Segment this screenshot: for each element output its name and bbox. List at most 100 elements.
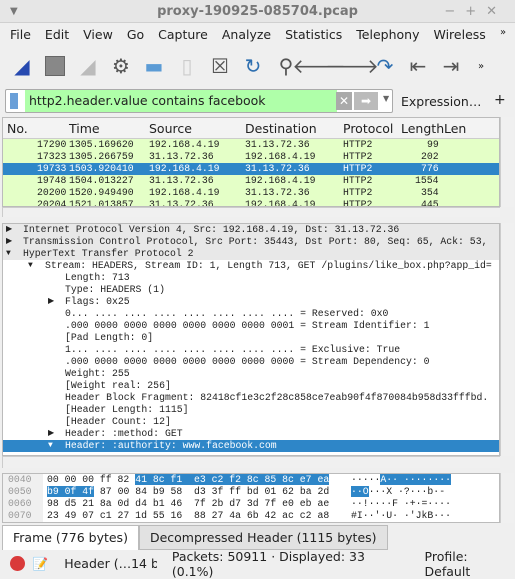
close-file-icon[interactable]: ☒ (206, 52, 234, 80)
tree-item[interactable]: [Header Count: 12] (3, 416, 499, 428)
bookmark-icon[interactable] (10, 93, 18, 109)
tab-frame[interactable]: Frame (776 bytes) (2, 525, 139, 550)
collapse-arrow-icon[interactable]: ▼ (28, 260, 33, 272)
tree-item[interactable]: .000 0000 0000 0000 0000 0000 0000 0001 … (3, 320, 499, 332)
status-profile[interactable]: Profile: Default (425, 549, 515, 579)
packet-row[interactable]: 20200 1520.949490 192.168.4.19 31.13.72.36 H… (3, 187, 499, 199)
add-filter-button[interactable]: + (494, 92, 506, 108)
menu-view[interactable]: View (83, 27, 113, 42)
column-header-time[interactable]: Time (69, 121, 100, 136)
packet-list-scrollbar[interactable] (500, 117, 514, 207)
expand-arrow-icon[interactable]: ▶ (6, 236, 12, 248)
clear-filter-icon[interactable]: ✕ (336, 92, 352, 110)
hex-bytes[interactable]: b9 0f 4f 87 00 84 b9 58 d3 3f ff bd 01 6… (47, 486, 329, 498)
column-header-no[interactable]: No. (7, 121, 28, 136)
packet-row[interactable]: 17290 1305.169620 192.168.4.19 31.13.72.36 H… (3, 139, 499, 151)
packet-row[interactable]: 19733 1503.920410 192.168.4.19 31.13.72.36 H… (3, 163, 499, 175)
menu-telephony[interactable]: Telephony (356, 27, 419, 42)
hex-bytes[interactable]: 23 49 07 c1 27 1d 55 16 88 27 4a 6b 42 a… (47, 510, 329, 522)
tree-item[interactable]: [Pad Length: 0] (3, 332, 499, 344)
reload-file-icon[interactable]: ↻ (239, 52, 267, 80)
edit-comment-icon[interactable]: 📝 (33, 556, 49, 572)
column-header-source[interactable]: Source (149, 121, 192, 136)
collapse-arrow-icon[interactable]: ▼ (6, 248, 11, 260)
start-capture-icon[interactable]: ◢ (8, 52, 36, 80)
details-hscrollbar[interactable] (2, 456, 500, 468)
bytes-tabs: Frame (776 bytes) Decompressed Header (1… (2, 525, 388, 550)
menu-wireless[interactable]: Wireless (433, 27, 485, 42)
tree-item[interactable]: ▶ Transmission Control Protocol, Src Port… (3, 236, 499, 248)
menu-analyze[interactable]: Analyze (222, 27, 271, 42)
menu-overflow-icon[interactable]: » (500, 27, 506, 38)
open-file-icon[interactable]: ▬ (140, 52, 168, 80)
go-to-packet-icon[interactable]: ↷ (371, 52, 399, 80)
tab-decompressed-header[interactable]: Decompressed Header (1115 bytes) (138, 525, 388, 550)
packet-row[interactable]: 20204 1521.013857 31.13.72.36 192.168.4.19 H… (3, 199, 499, 206)
collapse-arrow-icon[interactable]: ▼ (48, 440, 53, 452)
filter-history-dropdown[interactable]: ▼ (383, 94, 389, 103)
ascii-bytes[interactable]: ··!····F ·+·=···· (351, 498, 451, 510)
save-file-icon[interactable]: ▯ (173, 52, 201, 80)
column-header-len[interactable]: Len (444, 121, 466, 136)
tree-item[interactable]: Header Block Fragment: 82418cf1e3c2f28c8… (3, 392, 499, 404)
expression-button[interactable]: Expression… (401, 94, 481, 109)
expand-arrow-icon[interactable]: ▶ (48, 428, 54, 440)
packet-row[interactable]: 17323 1305.266759 31.13.72.36 192.168.4.19 H… (3, 151, 499, 163)
tree-item-label: Header: :method: GET (65, 428, 183, 439)
expand-arrow-icon[interactable]: ▶ (48, 296, 54, 308)
tree-item[interactable]: .000 0000 0000 0000 0000 0000 0000 0000 … (3, 356, 499, 368)
menu-edit[interactable]: Edit (45, 27, 69, 42)
ascii-bytes[interactable]: ·····A·· ········ (351, 474, 451, 486)
tree-item[interactable]: ▶ Flags: 0x25 (3, 296, 499, 308)
column-header-protocol[interactable]: Protocol (343, 121, 393, 136)
cell: HTTP2 (343, 151, 373, 162)
tree-item[interactable]: Weight: 255 (3, 368, 499, 380)
restart-capture-icon[interactable]: ◢ (74, 52, 102, 80)
window-menu-icon[interactable]: ▼ (10, 0, 18, 23)
tree-item[interactable]: 0... .... .... .... .... .... .... .... … (3, 308, 499, 320)
hex-bytes[interactable]: 00 00 00 ff 82 41 8c f1 e3 c2 f2 8c 85 8… (47, 474, 330, 486)
toolbar-overflow-icon[interactable]: » (478, 61, 484, 72)
menu-capture[interactable]: Capture (158, 27, 208, 42)
go-forward-icon[interactable]: 🡒 (325, 52, 379, 80)
menu-file[interactable]: File (10, 27, 31, 42)
ascii-bytes[interactable]: #I··'·U· ·'JkB··· (351, 510, 451, 522)
ascii-bytes[interactable]: ··O···X ·?···b·- (351, 486, 445, 498)
column-header-destination[interactable]: Destination (245, 121, 317, 136)
tree-item[interactable]: Type: HEADERS (1) (3, 284, 499, 296)
packet-list-hscrollbar[interactable] (2, 207, 500, 217)
tree-item[interactable]: ▼ HyperText Transfer Protocol 2 (3, 248, 499, 260)
apply-filter-icon[interactable]: ➡ (354, 92, 378, 110)
capture-options-icon[interactable]: ⚙ (107, 52, 135, 80)
tree-item[interactable]: 1... .... .... .... .... .... .... .... … (3, 344, 499, 356)
tree-item[interactable]: [Weight real: 256] (3, 380, 499, 392)
cell: 1554 (415, 175, 439, 186)
display-filter-input[interactable]: http2.header.value contains facebook ✕ ➡… (5, 89, 393, 113)
tree-item[interactable]: [Header Length: 1115] (3, 404, 499, 416)
cell: 354 (421, 187, 439, 198)
stop-capture-icon[interactable] (41, 52, 69, 80)
cell: 776 (421, 163, 439, 174)
menu-statistics[interactable]: Statistics (285, 27, 342, 42)
hex-bytes[interactable]: 98 d5 21 8a 0d d4 b1 46 7f 2b d7 3d 7f e… (47, 498, 329, 510)
expand-arrow-icon[interactable]: ▶ (6, 224, 12, 236)
hex-row: 0060 98 d5 21 8a 0d d4 b1 46 7f 2b d7 3d … (3, 498, 499, 510)
menu-go[interactable]: Go (127, 27, 144, 42)
filter-text[interactable]: http2.header.value contains facebook (25, 90, 337, 112)
status-field: Header (…14 byte (64, 556, 157, 571)
tree-item[interactable]: ▼ Stream: HEADERS, Stream ID: 1, Length 7… (3, 260, 499, 272)
tree-item[interactable]: ▶ Header: :method: GET (3, 428, 499, 440)
cell: 202 (421, 151, 439, 162)
details-scrollbar[interactable] (500, 223, 514, 456)
tree-item[interactable]: ▼ Header: :authority: www.facebook.com (3, 440, 499, 452)
tree-item[interactable]: Length: 713 (3, 272, 499, 284)
packet-row[interactable]: 19748 1504.013227 31.13.72.36 192.168.4.19 H… (3, 175, 499, 187)
cell: HTTP2 (343, 175, 373, 186)
column-header-length[interactable]: Length (401, 121, 444, 136)
first-packet-icon[interactable]: ⇤ (404, 52, 432, 80)
hex-row: 0040 00 00 00 ff 82 41 8c f1 e3 c2 f2 8c … (3, 474, 499, 486)
last-packet-icon[interactable]: ⇥ (437, 52, 465, 80)
tree-item[interactable]: ▶ Internet Protocol Version 4, Src: 192.1… (3, 224, 499, 236)
window-controls[interactable]: −+✕ (444, 0, 507, 23)
bytes-scrollbar[interactable] (500, 473, 514, 523)
